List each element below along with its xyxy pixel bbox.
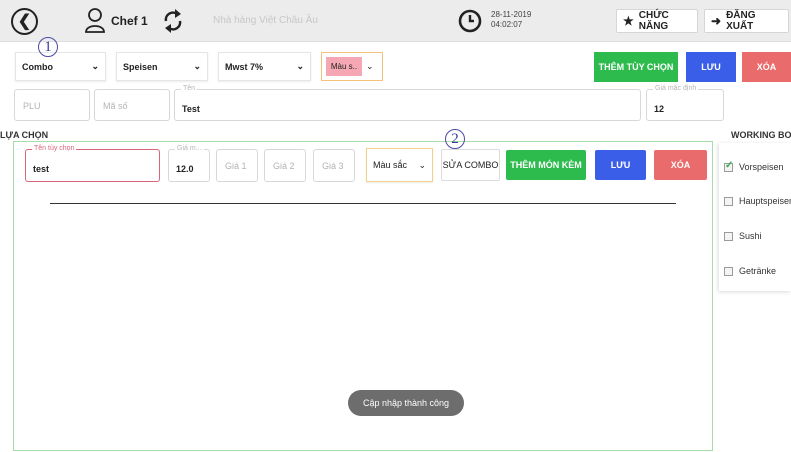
option-save-button[interactable]: LƯU — [595, 150, 646, 180]
name-field[interactable]: Tên Test — [174, 85, 641, 121]
type-select-value: Combo — [22, 61, 53, 72]
back-arrow-icon[interactable]: ❮ — [11, 8, 38, 35]
checkbox[interactable] — [724, 266, 733, 276]
save-button[interactable]: LƯU — [686, 52, 736, 82]
options-section-title: LỰA CHỌN — [0, 130, 49, 140]
checkbox[interactable] — [724, 231, 733, 241]
chevron-down-icon: ⌄ — [193, 61, 201, 71]
logout-icon: ➜ — [711, 14, 722, 28]
option-name-field[interactable]: Tên tùy chọn test — [25, 145, 160, 182]
name-label: Tên — [181, 85, 198, 92]
current-date: 28-11-2019 — [491, 10, 532, 19]
option-price-value: 12.0 — [176, 164, 194, 174]
type-select[interactable]: Combo ⌄ — [15, 52, 106, 81]
category-checkbox-item[interactable]: Vorspeisen — [724, 160, 784, 172]
default-price-field[interactable]: Giá mặc định 12 — [646, 85, 724, 121]
category-label: Getränke — [739, 266, 777, 276]
chevron-down-icon: ⌄ — [418, 159, 426, 170]
price3-placeholder: Giá 3 — [322, 161, 344, 171]
category-checkbox-item[interactable]: Hauptspeisen — [724, 196, 791, 206]
tax-select[interactable]: Mwst 7% ⌄ — [218, 52, 311, 81]
option-color-label: Màu sắc — [373, 160, 408, 170]
star-icon: ★ — [623, 14, 634, 28]
option-price-field[interactable]: Giá m... 12.0 — [168, 145, 210, 182]
category-select[interactable]: Speisen ⌄ — [116, 52, 208, 81]
default-price-label: Giá mặc định — [653, 85, 699, 92]
working-board-title: WORKING BO — [731, 130, 791, 140]
sync-icon[interactable] — [161, 8, 185, 34]
category-label: Hauptspeisen — [739, 196, 791, 206]
option-delete-button[interactable]: XÓA — [654, 150, 707, 180]
toast-message: Cập nhập thành công — [348, 390, 464, 416]
user-icon — [85, 8, 105, 33]
add-option-button[interactable]: THÊM TÙY CHỌN — [594, 52, 678, 82]
code-placeholder: Mã số — [103, 101, 128, 111]
plu-placeholder: PLU — [23, 101, 41, 111]
chevron-down-icon: ⌄ — [366, 61, 374, 71]
price2-field[interactable]: Giá 2 — [264, 149, 306, 182]
price3-field[interactable]: Giá 3 — [313, 149, 355, 182]
checkbox[interactable] — [724, 160, 733, 172]
category-checkbox-item[interactable]: Getränke — [724, 266, 776, 276]
annotation-marker: 2 — [445, 129, 465, 149]
tax-select-value: Mwst 7% — [225, 61, 264, 72]
logout-button[interactable]: ➜ ĐĂNG XUẤT — [704, 9, 789, 33]
annotation-marker: 1 — [38, 37, 58, 57]
chevron-down-icon: ⌄ — [91, 61, 99, 71]
category-label: Sushi — [739, 231, 762, 241]
add-side-dish-button[interactable]: THÊM MÓN KÈM — [506, 150, 586, 180]
divider — [50, 203, 676, 204]
functions-label: CHỨC NĂNG — [638, 10, 669, 32]
option-price-label: Giá m... — [175, 145, 204, 152]
color-select[interactable]: Màu s.. ⌄ — [321, 52, 383, 81]
plu-field[interactable]: PLU — [14, 89, 90, 121]
price2-placeholder: Giá 2 — [273, 161, 295, 171]
code-field[interactable]: Mã số — [94, 89, 170, 121]
option-name-value: test — [33, 164, 50, 174]
option-name-label: Tên tùy chọn — [32, 145, 77, 152]
category-label: Vorspeisen — [739, 162, 784, 172]
chevron-down-icon: ⌄ — [296, 61, 304, 71]
delete-button[interactable]: XÓA — [742, 52, 791, 82]
default-price-value: 12 — [654, 104, 665, 114]
functions-button[interactable]: ★ CHỨC NĂNG — [616, 9, 698, 33]
restaurant-name: Nhà hàng Việt Châu Âu — [213, 15, 318, 26]
edit-combo-button[interactable]: SỬA COMBO — [441, 149, 500, 181]
option-color-select[interactable]: Màu sắc ⌄ — [366, 148, 433, 182]
color-chip: Màu s.. — [326, 57, 362, 76]
clock-icon — [458, 9, 482, 33]
user-name: Chef 1 — [111, 14, 148, 28]
top-bar: ❮ Chef 1 Nhà hàng Việt Châu Âu 28-11-201… — [0, 0, 791, 42]
name-value: Test — [182, 104, 200, 114]
price1-placeholder: Giá 1 — [225, 161, 247, 171]
price1-field[interactable]: Giá 1 — [216, 149, 258, 182]
current-time: 04:02:07 — [491, 20, 523, 29]
logout-label: ĐĂNG XUẤT — [726, 10, 756, 32]
checkbox[interactable] — [724, 196, 733, 206]
category-checkbox-item[interactable]: Sushi — [724, 231, 762, 241]
category-select-value: Speisen — [123, 61, 158, 72]
